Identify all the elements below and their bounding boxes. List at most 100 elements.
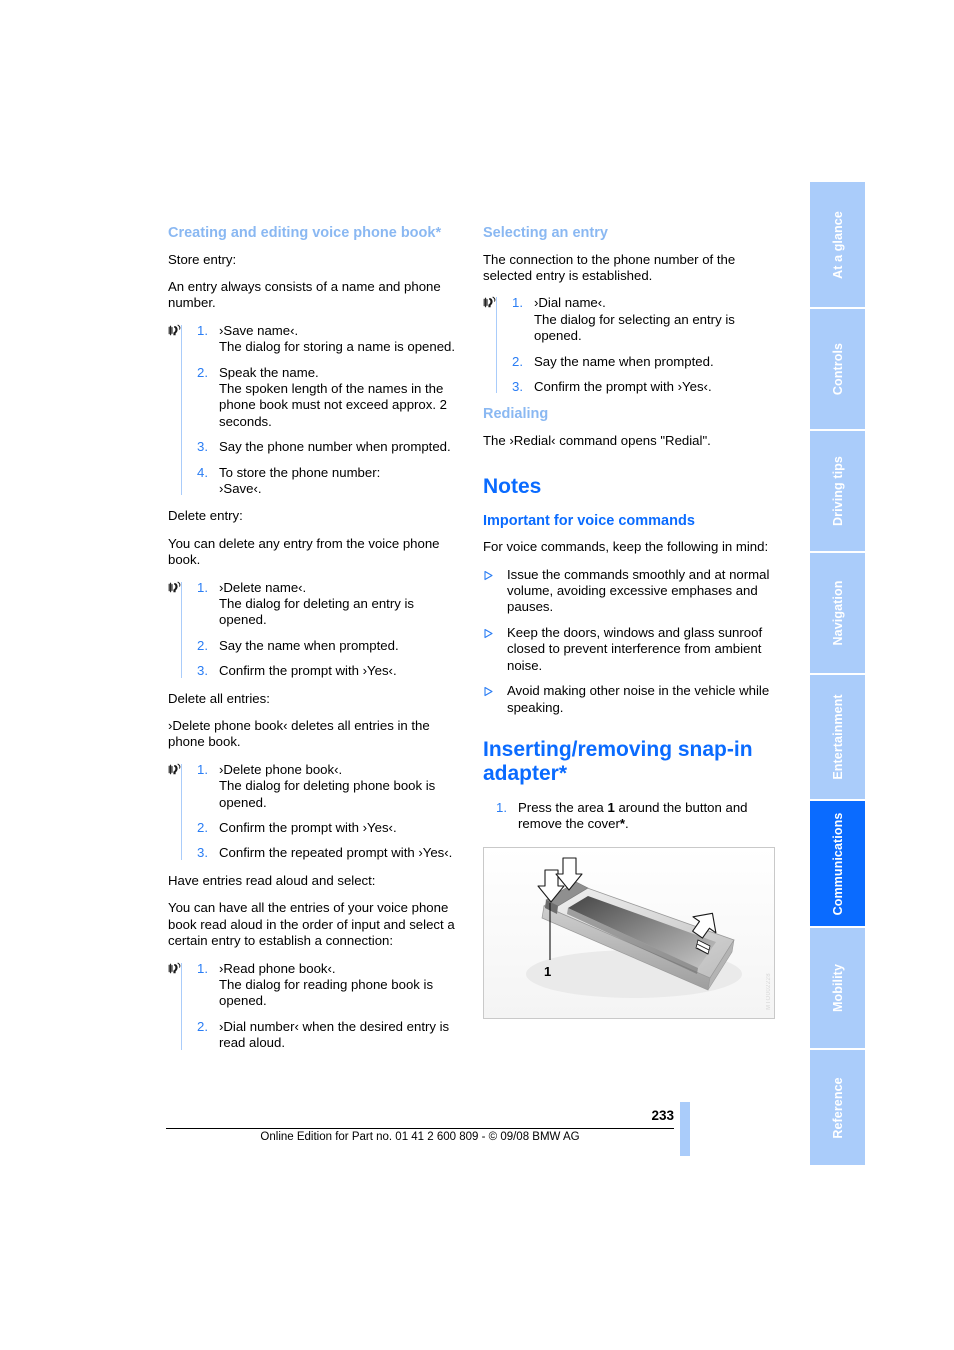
step-number: 4. (197, 464, 208, 480)
triangle-bullet-icon (483, 625, 507, 674)
triangle-bullet-icon (483, 567, 507, 616)
bullet-text: Keep the doors, windows and glass sunroo… (507, 624, 763, 673)
voice-command-icon (167, 961, 182, 976)
heading-creating-editing-voice-phone-book: Creating and editing voice phone book* (168, 225, 442, 241)
procedure-step: 1. Press the area 1 around the button and… (483, 800, 775, 833)
side-tab-reference[interactable]: Reference (810, 1050, 865, 1165)
triangle-bullet-icon (483, 683, 507, 716)
heading-notes: Notes (483, 475, 542, 499)
text-store-intro: An entry always consists of a name and p… (168, 278, 441, 311)
side-tab-label: Driving tips (830, 456, 845, 526)
procedure-step: 1. ›Save name‹. The dialog for storing a n… (168, 322, 460, 356)
step-text: ›Delete name‹. The dialog for deleting an… (219, 579, 414, 628)
procedure-step: 2. Speak the name. The spoken length of th… (184, 365, 460, 431)
step-number: 1. (512, 295, 523, 311)
side-tab-label: Controls (830, 342, 845, 396)
label-store-entry: Store entry: (168, 251, 237, 267)
manual-page: At a glance Controls Driving tips Navigatio… (0, 0, 954, 1350)
procedure-step: 2. Say the name when prompted. (184, 638, 460, 654)
step-number: 2. (512, 353, 523, 369)
bullet-list-item: Avoid making other noise in the vehicle … (483, 683, 775, 716)
text-redialing: The ›Redial‹ command opens "Redial". (483, 432, 711, 448)
heading-redialing: Redialing (483, 406, 549, 423)
voice-command-icon (167, 323, 182, 338)
step-text: To store the phone number: ›Save‹. (219, 464, 381, 496)
procedure-snap-in-adapter: 1. Press the area 1 around the button and… (483, 800, 775, 833)
text-selecting-intro: The connection to the phone number of th… (483, 251, 736, 283)
bullet-list-item: Keep the doors, windows and glass sunroo… (483, 625, 775, 674)
text-delete-intro: You can delete any entry from the voice … (168, 535, 440, 568)
step-text: ›Save name‹. The dialog for storing a nam… (219, 322, 456, 355)
step-number: 2. (197, 820, 208, 836)
step-text: ›Dial number‹ when the desired entry is … (219, 1018, 450, 1051)
step-number: 3. (197, 663, 208, 679)
side-tab-mobility[interactable]: Mobility (810, 928, 865, 1048)
step-text: Say the name when prompted. (534, 353, 714, 369)
side-tab-label: Navigation (830, 580, 845, 646)
step-text: Confirm the repeated prompt with ›Yes‹. (219, 845, 453, 861)
step-text: Speak the name. The spoken length of the … (219, 364, 448, 429)
footer-tab-marker (680, 1102, 690, 1156)
procedure-step: 1. ›Delete name‹. The dialog for deleting … (168, 579, 460, 629)
label-delete-entry: Delete entry: (168, 508, 243, 524)
step-number: 1. (197, 322, 208, 338)
procedure-step: 3. Say the phone number when prompted. (184, 439, 460, 455)
side-tab-at-a-glance[interactable]: At a glance (810, 182, 865, 307)
step-text: Press the area 1 around the button and r… (518, 799, 748, 832)
bullet-text: Issue the commands smoothly and at norma… (507, 566, 770, 615)
figure-snap-in-adapter: 1 MTO002228 (483, 846, 775, 1019)
step-number: 3. (512, 378, 523, 394)
procedure-read-aloud: 1. ›Read phone book‹. The dialog for readi… (168, 961, 460, 1052)
figure-callout-1: 1 (544, 964, 551, 979)
step-number: 1. (197, 960, 208, 976)
list-voice-command-notes: Issue the commands smoothly and at norma… (483, 567, 775, 716)
step-text: Say the phone number when prompted. (219, 439, 451, 455)
procedure-step: 2. Say the name when prompted. (499, 354, 775, 370)
step-text: Confirm the prompt with ›Yes‹. (219, 820, 397, 836)
side-tab-label: Communications (830, 812, 845, 915)
side-tab-driving-tips[interactable]: Driving tips (810, 431, 865, 551)
step-text: Confirm the prompt with ›Yes‹. (219, 663, 397, 679)
step-text: ›Delete phone book‹. The dialog for delet… (219, 761, 436, 810)
procedure-store-entry: 1. ›Save name‹. The dialog for storing a n… (168, 323, 460, 498)
voice-command-icon (167, 762, 182, 777)
procedure-step: 4. To store the phone number: ›Save‹. (184, 465, 460, 498)
side-tab-label: Mobility (830, 963, 845, 1013)
side-tab-label: Entertainment (830, 694, 845, 780)
text-delete-all-intro: ›Delete phone book‹ deletes all entries … (168, 718, 430, 750)
footer-edition-note: Online Edition for Part no. 01 41 2 600 … (260, 1131, 580, 1143)
footer-divider (166, 1128, 674, 1129)
bullet-list-item: Issue the commands smoothly and at norma… (483, 567, 775, 616)
step-number: 1. (496, 799, 507, 815)
side-tab-navigation[interactable]: Navigation (810, 553, 865, 673)
step-number: 1. (197, 579, 208, 595)
label-read-aloud-select: Have entries read aloud and select: (168, 872, 376, 888)
procedure-step: 2. Confirm the prompt with ›Yes‹. (184, 820, 460, 836)
left-column: Creating and editing voice phone book* S… (168, 225, 460, 1063)
heading-important-for-voice-commands: Important for voice commands (483, 513, 695, 530)
side-tab-entertainment[interactable]: Entertainment (810, 675, 865, 799)
step-number: 3. (197, 845, 208, 861)
step-text: Say the name when prompted. (219, 637, 399, 653)
procedure-step: 3. Confirm the repeated prompt with ›Yes‹… (184, 845, 460, 861)
heading-selecting-an-entry: Selecting an entry (483, 225, 608, 241)
text-read-aloud-intro: You can have all the entries of your voi… (168, 900, 455, 949)
step-text: ›Read phone book‹. The dialog for reading… (219, 960, 434, 1009)
procedure-step: 1. ›Delete phone book‹. The dialog for del… (168, 761, 460, 811)
procedure-step: 1. ›Read phone book‹. The dialog for readi… (168, 960, 460, 1010)
voice-command-icon (482, 295, 497, 310)
procedure-step: 3. Confirm the prompt with ›Yes‹. (499, 379, 775, 395)
figure-watermark: MTO002228 (766, 972, 772, 1010)
heading-inserting-removing-snap-in-adapter: Inserting/removing snap-in adapter* (483, 737, 753, 785)
procedure-selecting-an-entry: 1. ›Dial name‹. The dialog for selecting a… (483, 295, 775, 395)
side-tab-controls[interactable]: Controls (810, 309, 865, 429)
step-text: ›Dial name‹. The dialog for selecting an … (534, 295, 735, 344)
procedure-step: 2. ›Dial number‹ when the desired entry i… (184, 1019, 460, 1052)
step-number: 2. (197, 637, 208, 653)
side-tab-communications[interactable]: Communications (810, 801, 865, 926)
right-column: Selecting an entry The connection to the… (483, 225, 775, 1019)
step-text: Confirm the prompt with ›Yes‹. (534, 378, 712, 394)
procedure-delete-all-entries: 1. ›Delete phone book‹. The dialog for del… (168, 762, 460, 862)
step-number: 1. (197, 761, 208, 777)
label-delete-all-entries: Delete all entries: (168, 690, 270, 706)
